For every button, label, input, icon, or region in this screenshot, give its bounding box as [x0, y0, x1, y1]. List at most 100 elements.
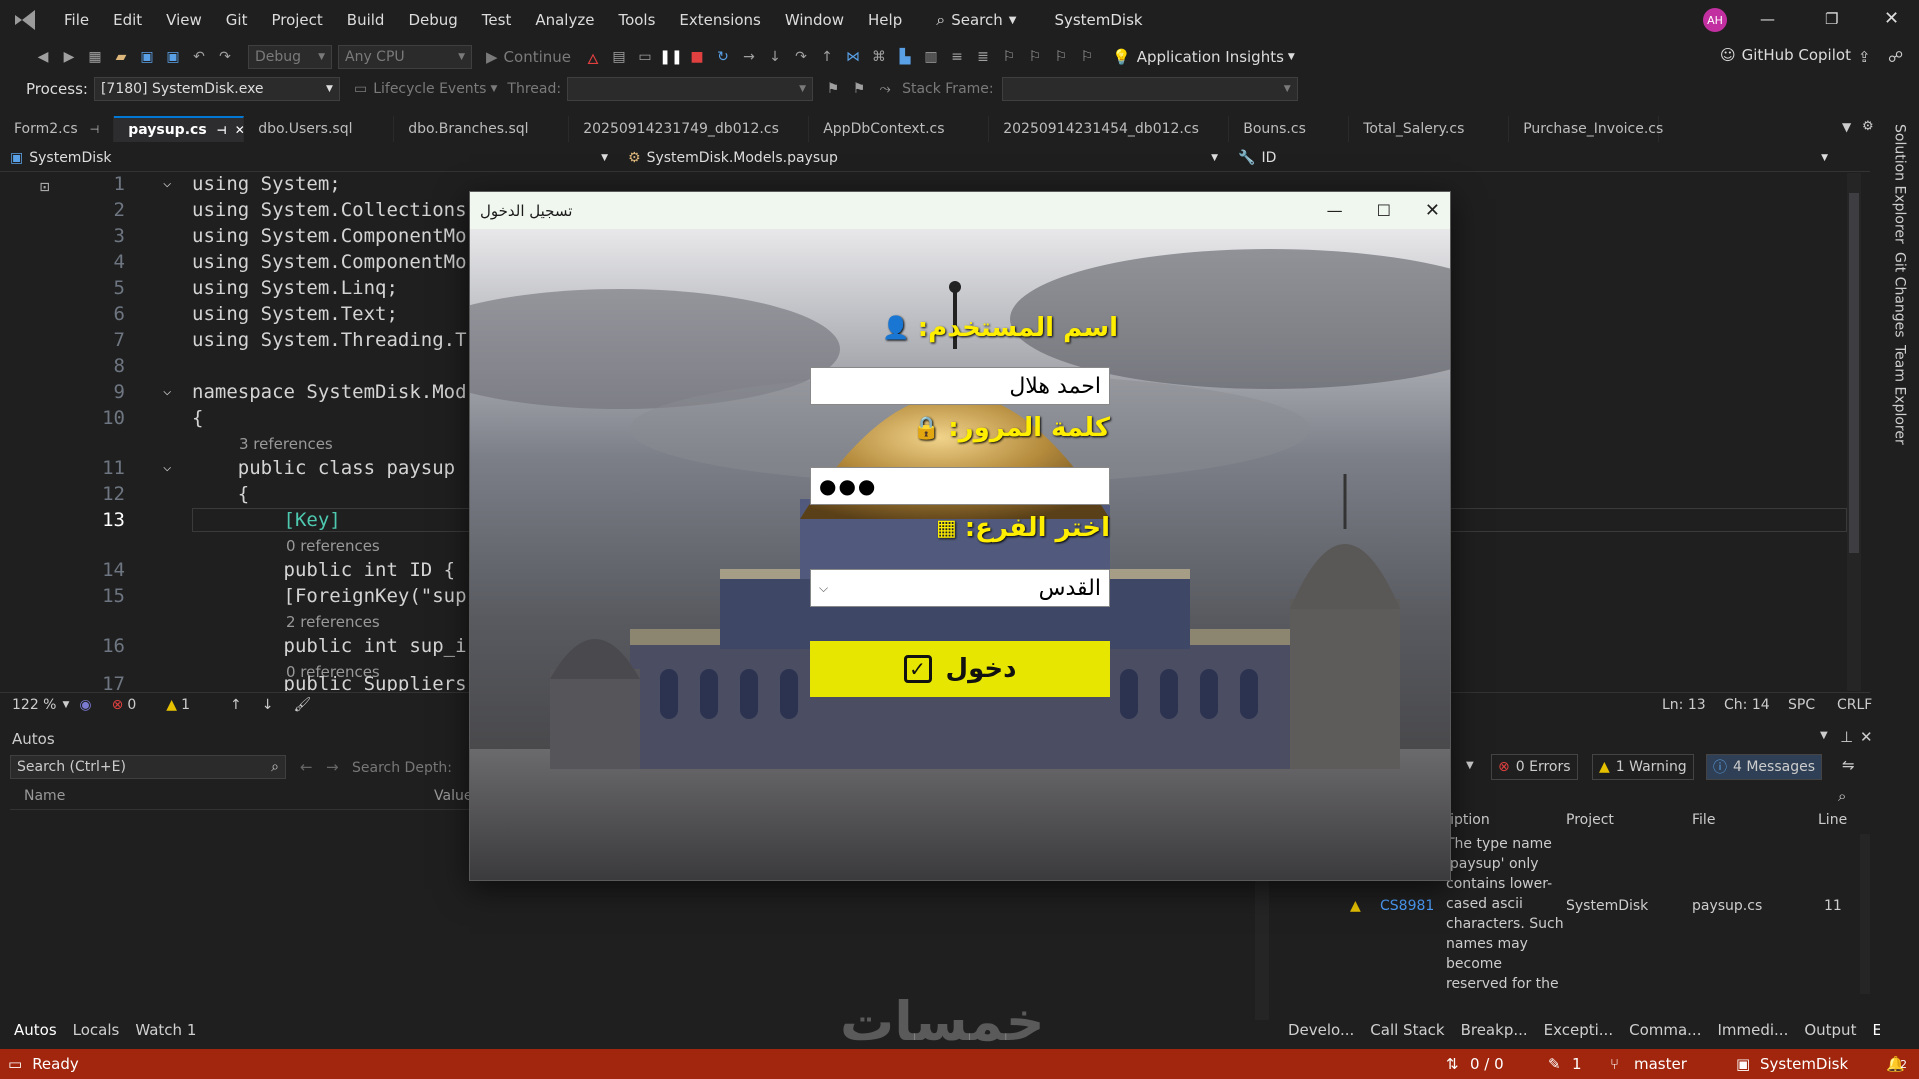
filter-icon[interactable]: ⇋	[1842, 756, 1855, 774]
back-icon[interactable]: ◀	[33, 47, 53, 67]
project-dropdown[interactable]: ▣ SystemDisk ▼	[0, 150, 618, 166]
tab-breakpoints[interactable]: Breakp...	[1453, 1021, 1536, 1039]
redo-icon[interactable]: ↷	[215, 47, 235, 67]
tab-output[interactable]: Output	[1796, 1021, 1864, 1039]
share-icon[interactable]: ⇪	[1858, 48, 1871, 66]
gear-icon[interactable]: ⚙	[1862, 119, 1874, 134]
repository-name[interactable]: SystemDisk	[1760, 1055, 1848, 1073]
tab-dbo-users[interactable]: dbo.Users.sql	[244, 116, 395, 142]
fold-toggle-icon[interactable]: ⌵	[163, 383, 171, 399]
cleanup-icon[interactable]: 🖌	[293, 697, 311, 713]
arrow-down-icon[interactable]: ↓	[262, 697, 274, 713]
layout-icon[interactable]: ▭	[635, 47, 655, 67]
close-icon[interactable]: ✕	[1860, 728, 1873, 746]
menu-build[interactable]: Build	[335, 0, 397, 40]
menu-analyze[interactable]: Analyze	[523, 0, 606, 40]
dialog-maximize-button[interactable]: ☐	[1377, 201, 1391, 220]
tab-exceptions[interactable]: Excepti...	[1536, 1021, 1621, 1039]
new-project-icon[interactable]: ▦	[85, 47, 105, 67]
branch-icon[interactable]: ⑂	[1610, 1055, 1619, 1073]
commits-counter[interactable]: 0 / 0	[1470, 1055, 1504, 1073]
warning-count[interactable]: 1	[181, 697, 190, 713]
up-down-icon[interactable]: ⇅	[1446, 1055, 1459, 1073]
pencil-icon[interactable]: ✎	[1548, 1055, 1561, 1073]
arrow-up-icon[interactable]: ↑	[230, 697, 242, 713]
tab-appdbcontext[interactable]: AppDbContext.cs	[809, 116, 990, 142]
tab-migration-1[interactable]: 20250914231749_db012.cs	[569, 116, 810, 142]
fold-toggle-icon[interactable]: ⌵	[163, 459, 171, 475]
tab-call-stack[interactable]: Call Stack	[1362, 1021, 1452, 1039]
save-icon[interactable]: ▣	[137, 47, 157, 67]
tab-total-salery[interactable]: Total_Salery.cs	[1349, 116, 1510, 142]
indent-icon[interactable]: ≡	[947, 47, 967, 67]
column-value[interactable]: Value	[434, 788, 472, 804]
app-insights-button[interactable]: 💡 Application Insights ▼	[1112, 48, 1295, 66]
codelens-references[interactable]: 2 references	[286, 613, 380, 631]
undo-icon[interactable]: ↶	[189, 47, 209, 67]
tab-dbo-branches[interactable]: dbo.Branches.sql	[394, 116, 570, 142]
stack-icon[interactable]: ⤳	[875, 79, 895, 99]
close-button[interactable]: ✕	[1884, 8, 1899, 29]
member-dropdown[interactable]: 🔧 ID ▼	[1228, 150, 1838, 166]
tab-immediate[interactable]: Immedi...	[1709, 1021, 1796, 1039]
autos-search-input[interactable]: Search (Ctrl+E) ⌕	[10, 755, 286, 779]
tab-command[interactable]: Comma...	[1621, 1021, 1709, 1039]
repo-icon[interactable]: ▣	[1736, 1055, 1750, 1073]
open-folder-icon[interactable]: ▰	[111, 47, 131, 67]
menu-extensions[interactable]: Extensions	[667, 0, 772, 40]
flag-threads-icon[interactable]: ⚑	[849, 79, 869, 99]
menu-tools[interactable]: Tools	[606, 0, 667, 40]
forward-icon[interactable]: ▶	[59, 47, 79, 67]
bookmark-icon[interactable]: ⚐	[999, 47, 1019, 67]
pause-icon[interactable]: ❚❚	[659, 47, 682, 67]
github-copilot-button[interactable]: ☺ GitHub Copilot	[1720, 46, 1851, 64]
flag-icon[interactable]: ⚑	[823, 79, 843, 99]
compare-icon[interactable]: ▥	[921, 47, 941, 67]
tab-bouns[interactable]: Bouns.cs	[1229, 116, 1350, 142]
lifecycle-events-button[interactable]: ▭ Lifecycle Events ▼	[354, 81, 497, 97]
column-line[interactable]: Line	[1818, 812, 1847, 828]
hot-reload-icon[interactable]: 🜂	[583, 47, 603, 68]
menu-test[interactable]: Test	[470, 0, 524, 40]
tab-developer-powershell[interactable]: Develo...	[1280, 1021, 1362, 1039]
platform-select[interactable]: Any CPU ▼	[338, 45, 472, 69]
tab-autos[interactable]: Autos	[6, 1021, 65, 1039]
zoom-level[interactable]: 122 %	[12, 697, 56, 713]
fold-toggle-icon[interactable]: ⌵	[163, 175, 171, 191]
step-over-icon[interactable]: →	[739, 47, 759, 67]
search-box[interactable]: ⌕ Search ▼	[928, 7, 1024, 33]
feedback-icon[interactable]: ☍	[1888, 48, 1903, 66]
dialog-minimize-button[interactable]: —	[1327, 201, 1343, 220]
stop-icon[interactable]: ■	[687, 47, 707, 67]
menu-edit[interactable]: Edit	[101, 0, 154, 40]
pin-icon[interactable]: ⊥	[1840, 728, 1853, 746]
menu-help[interactable]: Help	[856, 0, 914, 40]
browse-icon[interactable]: ▤	[609, 47, 629, 67]
column-file[interactable]: File	[1692, 812, 1715, 828]
vertical-scrollbar[interactable]	[1847, 173, 1861, 691]
avatar[interactable]: AH	[1703, 8, 1727, 32]
menu-window[interactable]: Window	[773, 0, 856, 40]
warnings-filter-button[interactable]: ▲ 1 Warning	[1592, 754, 1694, 780]
menu-git[interactable]: Git	[214, 0, 260, 40]
line-ending[interactable]: CRLF	[1837, 697, 1872, 713]
step-out-icon[interactable]: ↑	[817, 47, 837, 67]
dialog-close-button[interactable]: ✕	[1425, 200, 1440, 221]
restart-icon[interactable]: ↻	[713, 47, 733, 67]
tab-paysup[interactable]: paysup.cs ⊣ ✕	[114, 116, 245, 142]
tab-migration-2[interactable]: 20250914231454_db012.cs	[989, 116, 1230, 142]
tab-locals[interactable]: Locals	[65, 1021, 128, 1039]
maximize-button[interactable]: ❐	[1825, 10, 1838, 28]
minimize-button[interactable]: —	[1760, 10, 1775, 28]
tab-purchase-invoice[interactable]: Purchase_Invoice.cs	[1509, 116, 1663, 142]
pin-icon[interactable]: ⊣	[217, 124, 227, 137]
bookmark-clear-icon[interactable]: ⚐	[1077, 47, 1097, 67]
scope-chevron-icon[interactable]: ▼	[1466, 760, 1474, 771]
tab-git-changes[interactable]: Git Changes	[1892, 252, 1908, 338]
step-back-icon[interactable]: ↷	[791, 47, 811, 67]
codelens-references[interactable]: 0 references	[286, 537, 380, 555]
step-into-icon[interactable]: ↓	[765, 47, 785, 67]
password-input[interactable]: ●●●	[810, 467, 1110, 505]
save-all-icon[interactable]: ▣	[163, 47, 183, 67]
error-code-link[interactable]: CS8981	[1380, 898, 1434, 914]
